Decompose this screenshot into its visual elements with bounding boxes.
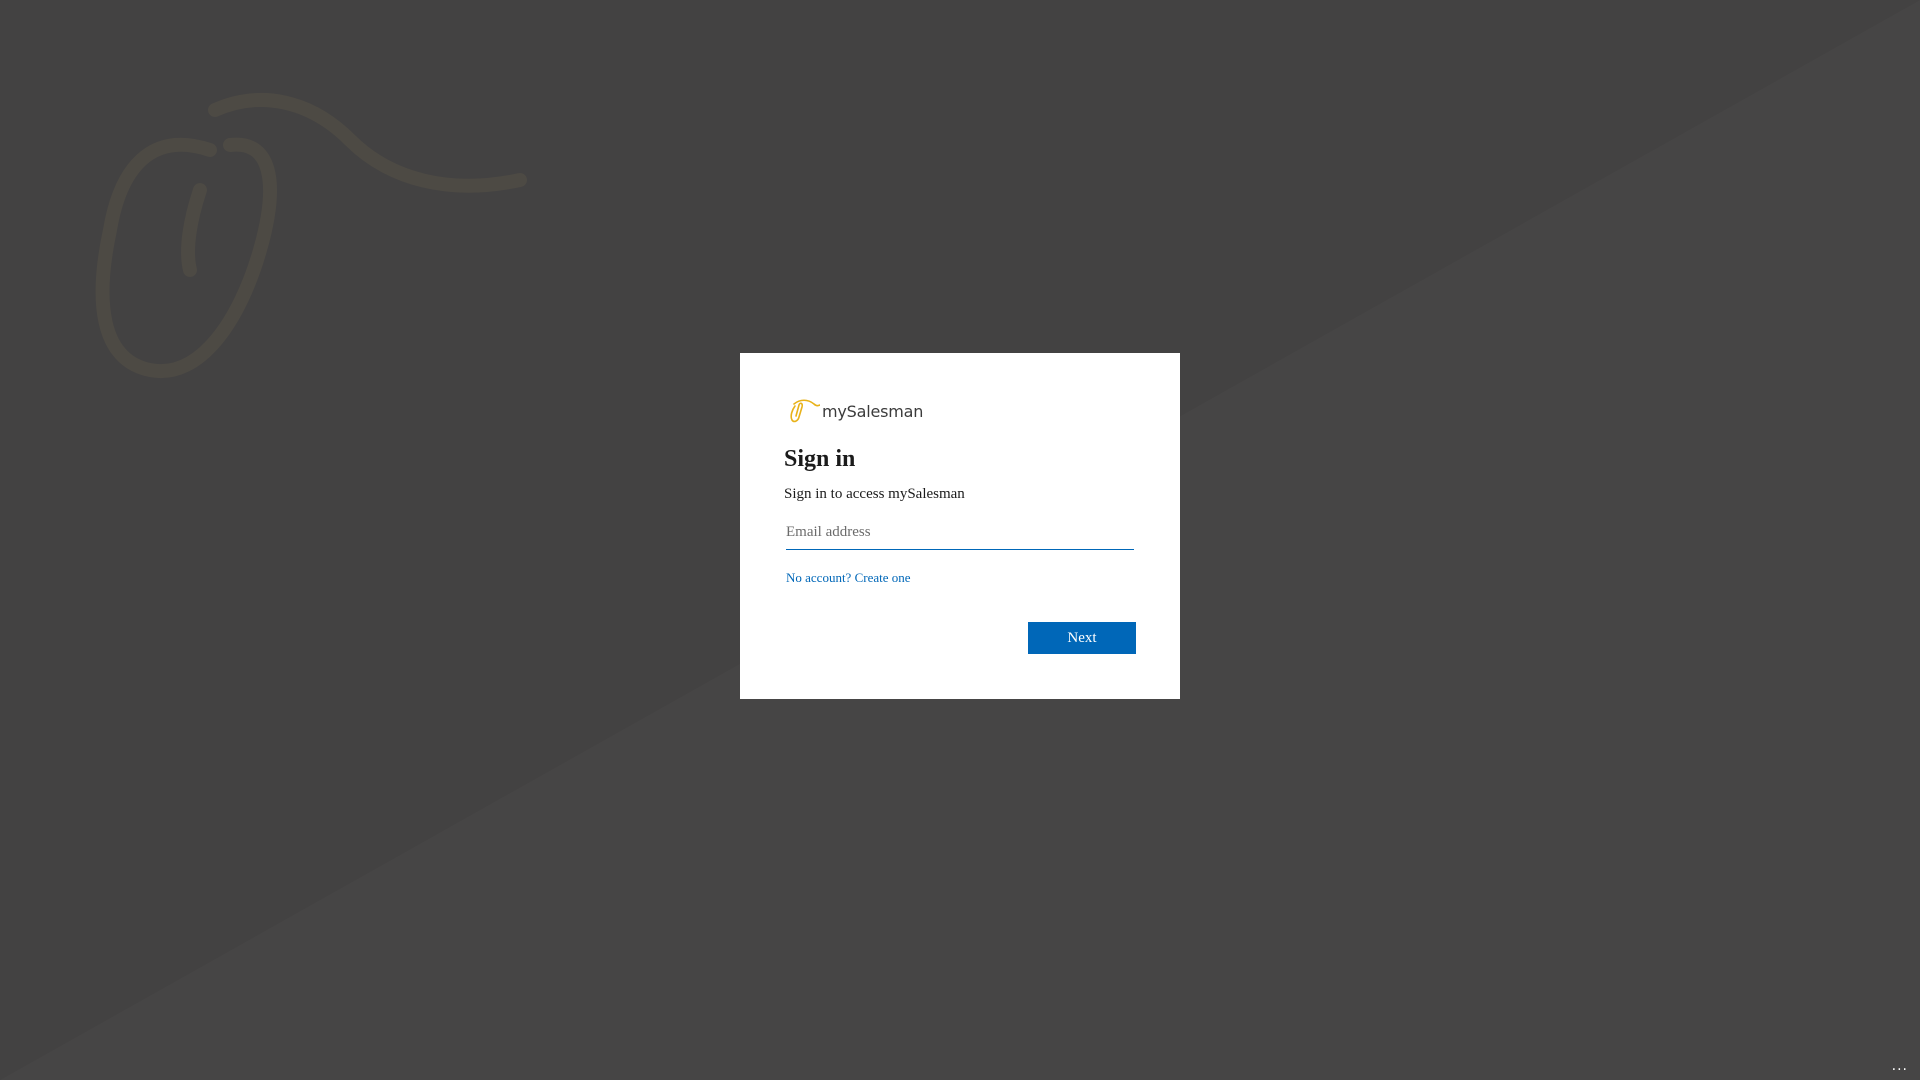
page-subtitle: Sign in to access mySalesman <box>784 486 965 502</box>
create-account-link[interactable]: No account? Create one <box>786 570 911 586</box>
page-title: Sign in <box>784 446 856 472</box>
background-paperclip-watermark <box>95 93 527 379</box>
signin-card: mySalesman Sign in Sign in to access myS… <box>740 353 1180 699</box>
brand-logo: mySalesman <box>786 397 1136 425</box>
more-options-button[interactable]: ... <box>1892 1058 1908 1074</box>
email-field[interactable] <box>786 520 1134 550</box>
brand-logo-text: mySalesman <box>822 401 924 421</box>
next-button[interactable]: Next <box>1028 622 1136 654</box>
paperclip-logo-icon <box>790 399 820 423</box>
form-actions: Next <box>1028 622 1136 654</box>
